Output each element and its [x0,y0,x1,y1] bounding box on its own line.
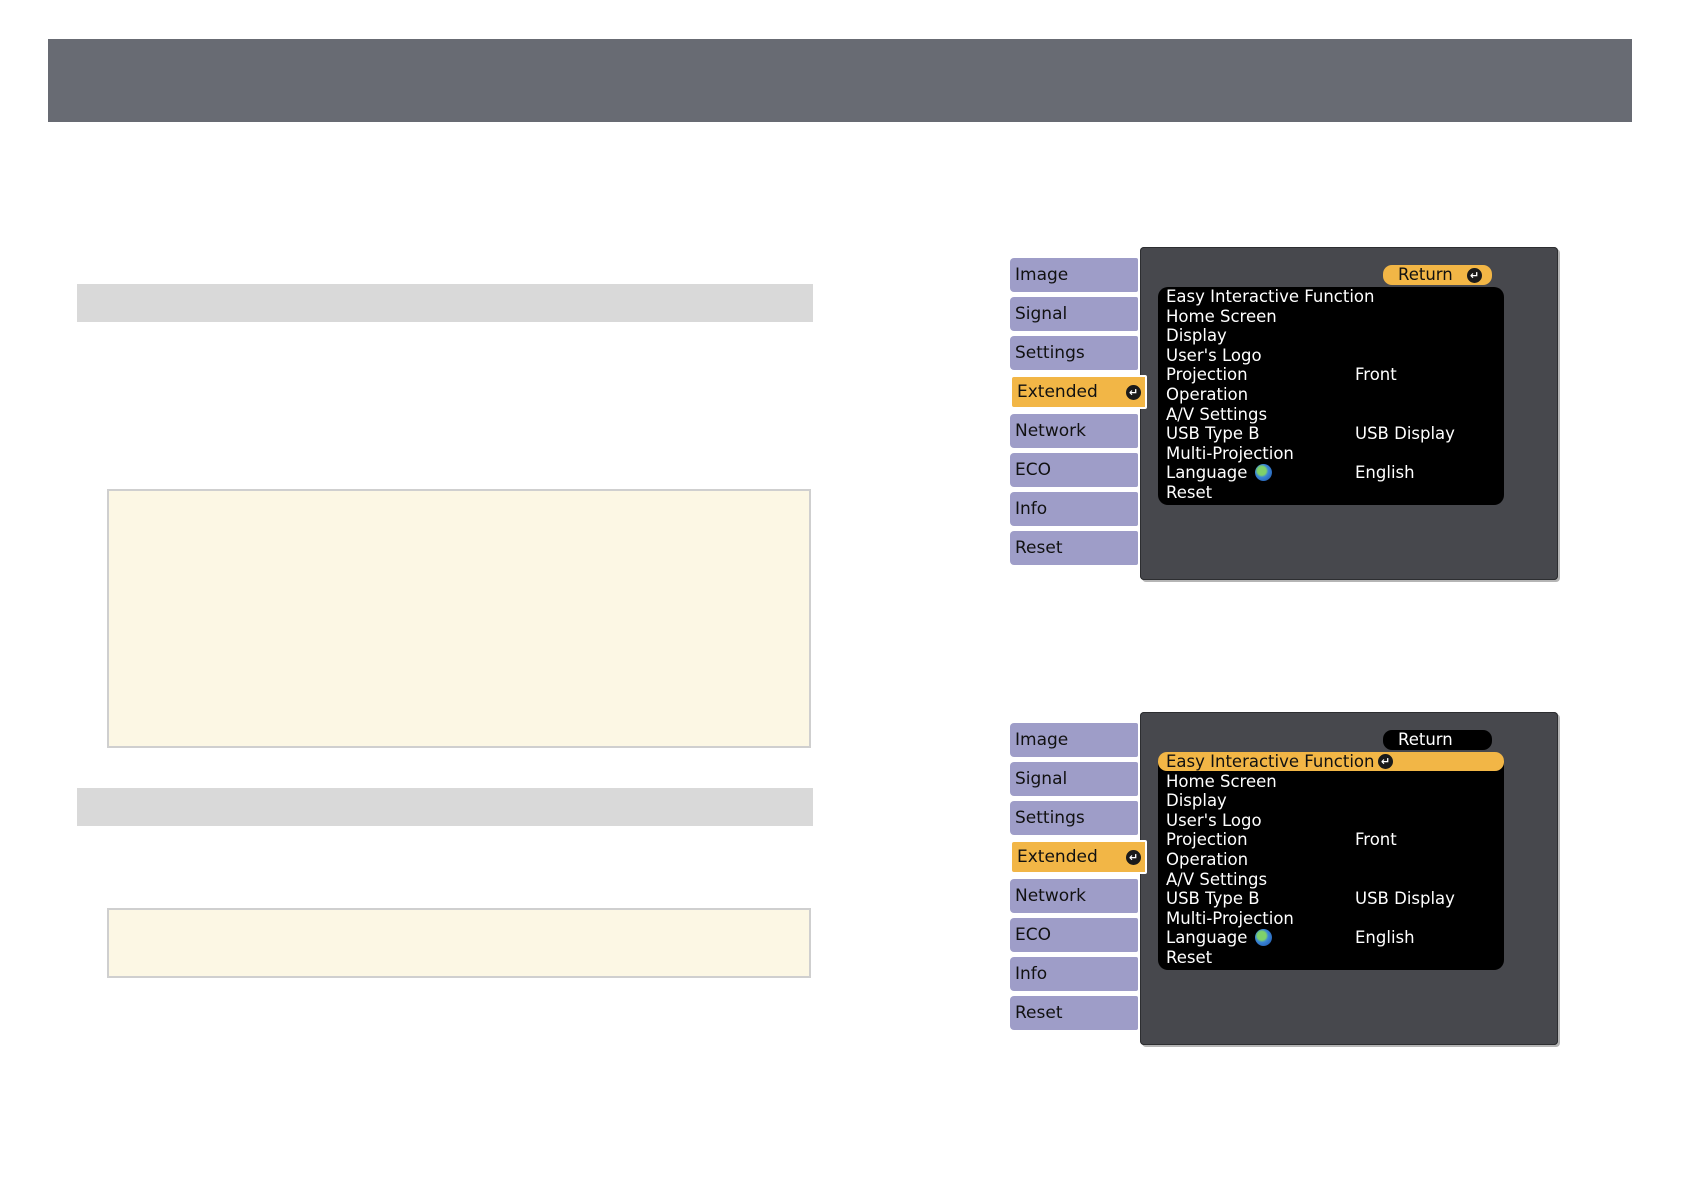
menu-item-language[interactable]: Language English [1158,463,1504,482]
menu-item-operation[interactable]: Operation [1158,850,1504,869]
menu-item-reset[interactable]: Reset [1158,483,1504,502]
menu-item-label: User's Logo [1166,810,1262,830]
menu-item-home-screen[interactable]: Home Screen [1158,772,1504,791]
tab-label: Network [1015,886,1086,906]
tab-signal[interactable]: Signal [1010,297,1138,331]
tab-label: Extended [1017,847,1098,867]
menu-item-label: USB Type B [1166,424,1260,444]
enter-icon: ↵ [1126,850,1141,865]
tab-label: Image [1015,730,1069,750]
tab-extended[interactable]: Extended ↵ [1010,375,1147,409]
osd-menu-extended-selected: Image Signal Settings Extended ↵ Network … [1010,712,1560,1052]
tab-label: Signal [1015,769,1068,789]
tab-info[interactable]: Info [1010,957,1138,991]
menu-item-av-settings[interactable]: A/V Settings [1158,870,1504,889]
tab-image[interactable]: Image [1010,723,1138,757]
tab-settings[interactable]: Settings [1010,336,1138,370]
menu-item-language[interactable]: Language English [1158,928,1504,947]
enter-icon: ↵ [1467,268,1482,283]
section-band-2 [77,788,813,826]
tab-eco[interactable]: ECO [1010,918,1138,952]
globe-icon [1255,464,1272,482]
globe-icon [1255,929,1272,947]
menu-item-label: Reset [1166,483,1213,502]
tab-extended[interactable]: Extended ↵ [1010,840,1147,874]
tab-signal[interactable]: Signal [1010,762,1138,796]
tab-info[interactable]: Info [1010,492,1138,526]
menu-item-value: English [1355,463,1415,483]
menu-item-easy-interactive-function[interactable]: Easy Interactive Function [1158,287,1504,306]
menu-item-label: Home Screen [1166,306,1277,326]
tab-image[interactable]: Image [1010,258,1138,292]
menu-item-easy-interactive-function[interactable]: Easy Interactive Function ↵ [1158,752,1504,771]
menu-item-label: Multi-Projection [1166,443,1294,463]
menu-item-projection[interactable]: Projection Front [1158,830,1504,849]
menu-item-users-logo[interactable]: User's Logo [1158,346,1504,365]
tab-network[interactable]: Network [1010,879,1138,913]
return-label: Return [1398,730,1453,749]
osd-menu-extended: Image Signal Settings Extended ↵ Network … [1010,247,1560,587]
menu-item-label: Easy Interactive Function [1166,287,1375,306]
menu-item-label: Language [1166,463,1248,483]
menu-item-label: Operation [1166,850,1249,869]
note-box-1 [107,489,811,748]
menu-item-label: User's Logo [1166,345,1262,365]
return-button[interactable]: Return ↵ [1383,265,1492,285]
menu-item-reset[interactable]: Reset [1158,948,1504,967]
menu-item-value: Front [1355,365,1397,385]
menu-item-usb-type-b[interactable]: USB Type B USB Display [1158,889,1504,908]
menu-item-label: USB Type B [1166,889,1260,909]
section-band-1 [77,284,813,322]
menu-item-operation[interactable]: Operation [1158,385,1504,404]
menu-item-label: A/V Settings [1166,869,1268,889]
tab-label: Reset [1015,538,1063,558]
menu-item-label: Projection [1166,365,1248,385]
menu-item-value: English [1355,928,1415,948]
tab-network[interactable]: Network [1010,414,1138,448]
menu-item-display[interactable]: Display [1158,791,1504,810]
enter-icon: ↵ [1126,385,1141,400]
menu-item-label: Display [1166,791,1227,811]
tab-reset[interactable]: Reset [1010,996,1138,1030]
menu-item-label: Display [1166,326,1227,346]
menu-item-usb-type-b[interactable]: USB Type B USB Display [1158,424,1504,443]
menu-item-users-logo[interactable]: User's Logo [1158,811,1504,830]
menu-item-label: Easy Interactive Function [1166,752,1375,771]
menu-item-label: A/V Settings [1166,404,1268,424]
tab-label: Settings [1015,343,1085,363]
tab-label: Info [1015,964,1048,984]
tab-settings[interactable]: Settings [1010,801,1138,835]
note-box-2 [107,908,811,978]
menu-item-label: Projection [1166,830,1248,850]
tab-label: Network [1015,421,1086,441]
return-button[interactable]: Return [1383,730,1492,750]
menu-item-multi-projection[interactable]: Multi-Projection [1158,909,1504,928]
menu-item-label: Operation [1166,385,1249,404]
tab-label: Reset [1015,1003,1063,1023]
menu-item-multi-projection[interactable]: Multi-Projection [1158,444,1504,463]
menu-item-home-screen[interactable]: Home Screen [1158,307,1504,326]
tab-label: Image [1015,265,1069,285]
menu-item-value: USB Display [1355,424,1455,444]
tab-label: ECO [1015,925,1051,945]
menu-item-label: Language [1166,928,1248,948]
tab-reset[interactable]: Reset [1010,531,1138,565]
menu-item-label: Home Screen [1166,771,1277,791]
menu-item-display[interactable]: Display [1158,326,1504,345]
menu-item-av-settings[interactable]: A/V Settings [1158,405,1504,424]
page-header-bar [48,39,1632,122]
tab-label: ECO [1015,460,1051,480]
menu-item-value: Front [1355,830,1397,850]
return-label: Return [1398,265,1453,284]
tab-label: Extended [1017,382,1098,402]
tab-label: Signal [1015,304,1068,324]
tab-label: Info [1015,499,1048,519]
tab-eco[interactable]: ECO [1010,453,1138,487]
enter-icon: ↵ [1378,754,1393,769]
menu-item-projection[interactable]: Projection Front [1158,365,1504,384]
menu-item-value: USB Display [1355,889,1455,909]
menu-item-label: Reset [1166,948,1213,967]
tab-label: Settings [1015,808,1085,828]
menu-item-label: Multi-Projection [1166,908,1294,928]
